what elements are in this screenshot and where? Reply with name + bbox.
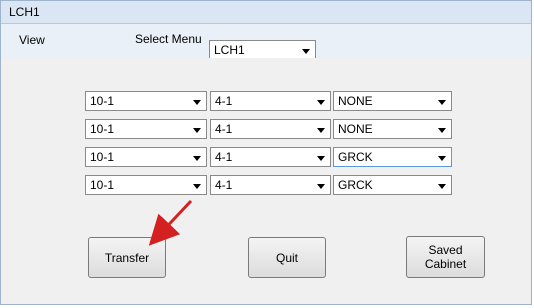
app-window: LCH1 View Select Menu LCH1 10-1 4-1 NONE… — [0, 0, 532, 305]
red-arrow-icon — [148, 199, 193, 246]
